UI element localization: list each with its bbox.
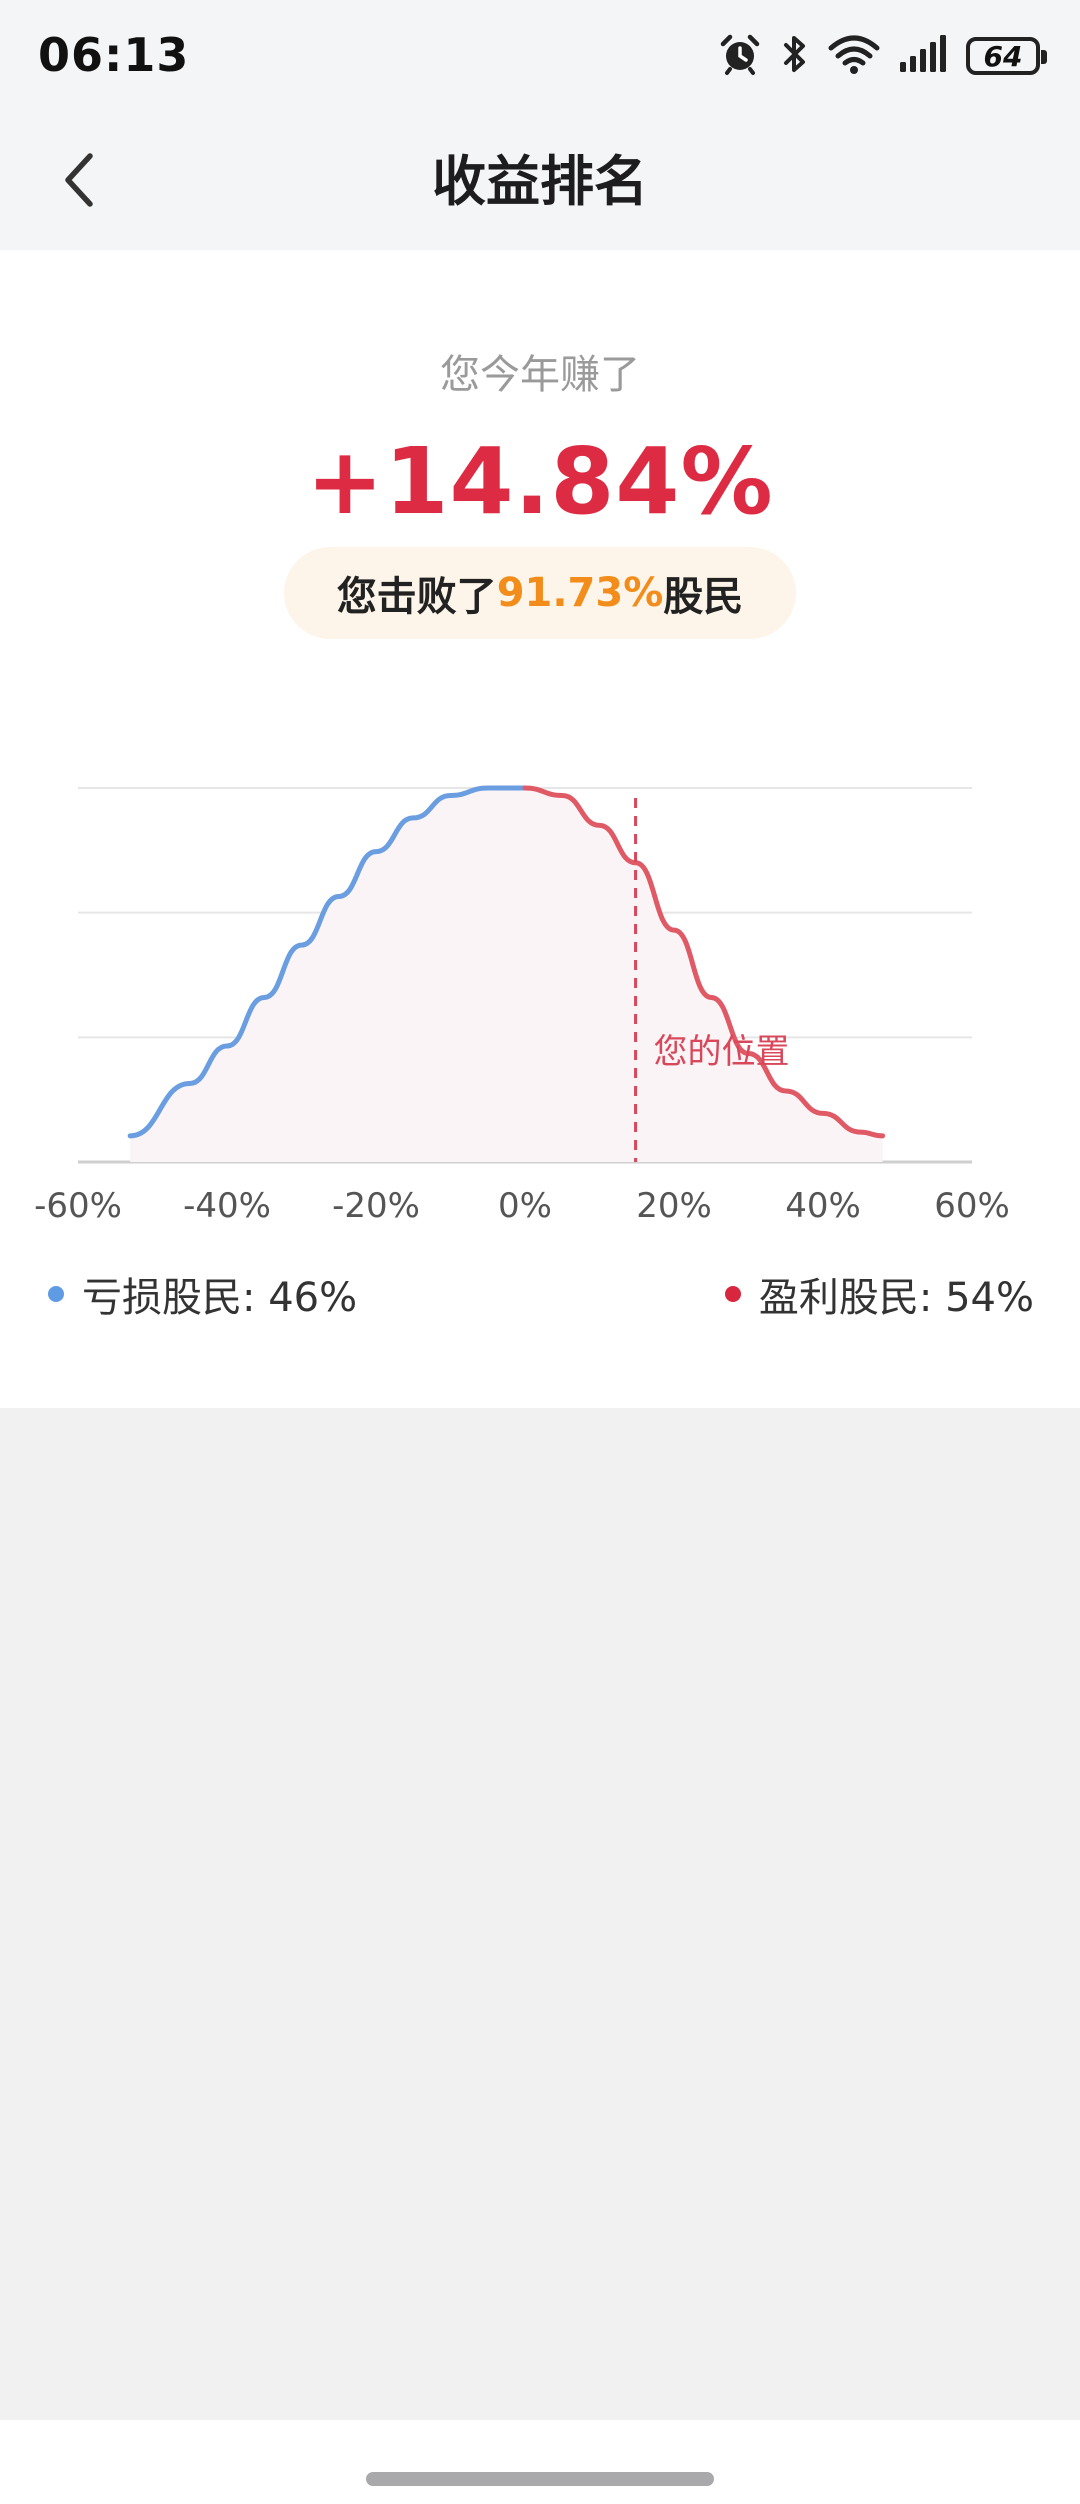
- legend-profit-label: 盈利股民: 54%: [758, 1275, 1034, 1321]
- x-tick-label: 40%: [785, 1186, 861, 1226]
- home-bar: [0, 2420, 1080, 2504]
- x-tick-label: 60%: [934, 1186, 1010, 1226]
- position-marker-label: 您的位置: [654, 1032, 790, 1072]
- status-bar: 06:13 64: [0, 0, 1080, 112]
- legend-profit: 盈利股民: 54%: [724, 1265, 1034, 1323]
- alarm-icon: [718, 32, 762, 80]
- x-tick-label: -20%: [332, 1186, 420, 1226]
- legend-loss: 亏损股民: 46%: [48, 1265, 357, 1323]
- app-header: 收益排名: [0, 112, 1080, 250]
- home-indicator[interactable]: [366, 2472, 714, 2486]
- battery-icon: 64: [966, 37, 1047, 75]
- signal-icon: [898, 32, 948, 80]
- x-tick-label: -40%: [183, 1186, 271, 1226]
- distribution-chart: 您的位置 -60% -40% -20% 0% 20% 40% 60%: [34, 785, 1010, 1226]
- wifi-icon: [828, 32, 880, 80]
- legend-profit-dot: [724, 1286, 741, 1302]
- ranking-card: 您今年赚了 +14.84% 您击败了 91.73% 股民 您的位置 -60% -40% -…: [0, 250, 1080, 1408]
- bluetooth-icon: [780, 32, 810, 80]
- x-tick-label: 20%: [636, 1186, 712, 1226]
- status-time: 06:13: [38, 28, 190, 82]
- page-title: 收益排名: [432, 150, 648, 213]
- x-tick-label: -60%: [34, 1186, 122, 1226]
- legend-loss-label: 亏损股民: 46%: [82, 1275, 358, 1321]
- battery-level: 64: [983, 39, 1023, 73]
- distribution-area: [130, 788, 883, 1162]
- x-tick-label: 0%: [498, 1186, 552, 1226]
- status-icons: 64: [718, 30, 1047, 82]
- legend-loss-dot: [48, 1286, 64, 1302]
